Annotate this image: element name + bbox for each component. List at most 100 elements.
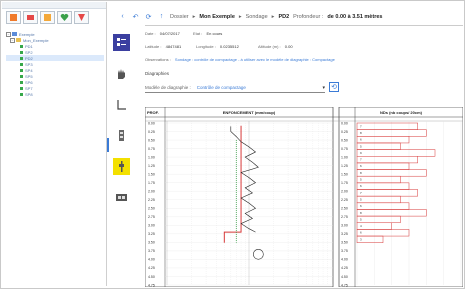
tree-project-label: Mon_Exemple [23, 37, 49, 43]
depth-tick-label: 2.25 [341, 198, 348, 202]
panel-toolbar [6, 11, 89, 24]
depth-tick-label: 4.00 [341, 258, 348, 262]
tree-item-label: SP4 [25, 67, 33, 73]
chart2-title: NDs (nb coups/ 20cm) [380, 110, 423, 115]
up-arrow-icon[interactable]: ↑ [157, 12, 166, 21]
nd-bar-label: 4 [360, 224, 362, 228]
depth-tick-label: 2.00 [341, 190, 348, 194]
nd-bar-label: 5 [360, 217, 362, 221]
nd-bar-label: 7 [360, 124, 362, 128]
crumb-section[interactable]: Dossier [170, 14, 189, 20]
observations-field: Observations : Sondage : contrôle de com… [145, 57, 335, 62]
history-icon[interactable]: ↶ [131, 12, 140, 21]
longitude-value: 0.0235512 [219, 44, 239, 49]
splitter-handle[interactable] [107, 138, 109, 152]
borehole-icon [20, 68, 23, 72]
tree-item[interactable]: SP8 [6, 91, 104, 97]
folder-icon [16, 38, 21, 42]
nd-bar-label: 6 [360, 231, 362, 235]
etat-value: En cours [206, 31, 223, 36]
penetrometer-tool[interactable] [113, 158, 130, 175]
depth-label: Profondeur : [293, 13, 324, 20]
nd-bar [356, 149, 436, 157]
profile-icon [119, 130, 124, 141]
axis-icon [117, 100, 126, 110]
profile-tool[interactable] [113, 127, 130, 144]
depth-value: de 0.00 à 3.51 mètres [327, 13, 383, 20]
depth-tick-label: 3.50 [148, 241, 155, 245]
longitude-label: Longitude : [196, 44, 216, 49]
depth-header: PROF. [147, 110, 159, 115]
depth-tick-label: 3.75 [148, 249, 155, 253]
tree-item-label: SP2 [25, 49, 33, 55]
nd-bar [356, 142, 401, 150]
depth-tick-label: 2.25 [148, 198, 155, 202]
nd-bar [356, 229, 410, 237]
crumb-project[interactable]: Mon Exemple [199, 14, 234, 20]
date-label: Date : [145, 31, 156, 36]
log-view-tool[interactable] [113, 34, 130, 51]
borehole-icon [20, 80, 23, 84]
etat-field: Etat : En cours [193, 31, 222, 36]
tree-item-label: SP8 [25, 91, 33, 97]
borehole-icon [20, 44, 23, 48]
nd-bar [356, 175, 401, 184]
apply-model-button[interactable]: ⟲ [329, 82, 339, 92]
depth-tick-label: 3.25 [341, 232, 348, 236]
nd-bar-label: 8 [360, 211, 362, 215]
depth-tick-label: 2.75 [148, 215, 155, 219]
nd-bar-label: 7 [360, 158, 362, 162]
tool-column [113, 34, 133, 220]
altitude-value: 0.00 [284, 44, 293, 49]
crumb-separator-icon: ▸ [271, 13, 275, 20]
model-select-label: Modèle de diagraphie : [145, 85, 191, 90]
tree-item-label: PD2 [25, 55, 33, 61]
nd-bar-label: 7 [360, 191, 362, 195]
project-tree: − Exemple − Mon_Exemple PD1 SP2 PD2 SP3 SP4 S… [6, 31, 104, 97]
tree-item-label: SP3 [25, 61, 33, 67]
altitude-field: Altitude (m) : 0.00 [258, 44, 293, 49]
header-divider [145, 25, 463, 26]
nd-bar-label: 3 [360, 237, 362, 241]
nd-bar-label: 5 [360, 144, 362, 148]
reference-line [223, 125, 242, 243]
depth-tick-label: 3.25 [148, 232, 155, 236]
diagraphies-label: Diagraphies [145, 71, 170, 76]
penetrometer-icon [119, 161, 124, 172]
depth-tick-label: 1.75 [341, 181, 348, 185]
new-project-icon[interactable] [6, 11, 21, 24]
favorite-icon[interactable] [57, 11, 72, 24]
open-project-icon[interactable] [23, 11, 38, 24]
depth-tick-label: 4.25 [341, 266, 348, 270]
depth-tick-label: 4.75 [341, 283, 348, 287]
depth-tick-label: 1.50 [148, 172, 155, 176]
nd-bar [356, 189, 418, 197]
depth-tick-label: 1.50 [341, 172, 348, 176]
nd-bar-label: 6 [360, 164, 362, 168]
tree-item-label: SP6 [25, 79, 33, 85]
add-borehole-icon[interactable] [40, 11, 55, 24]
depth-tick-label: 1.75 [148, 181, 155, 185]
tree-item-label: SP5 [25, 73, 33, 79]
depth-tick-label: 2.50 [148, 207, 155, 211]
delete-icon[interactable] [74, 11, 89, 24]
hand-tool[interactable] [113, 65, 130, 82]
depth-tick-label: 2.75 [341, 215, 348, 219]
hand-icon [118, 69, 125, 79]
nd-bar-label: 6 [360, 184, 362, 188]
depth-tick-label: 2.00 [148, 190, 155, 194]
axis-tool[interactable] [113, 96, 130, 113]
tree-item-label: SP7 [25, 85, 33, 91]
export-tool[interactable] [113, 189, 130, 206]
collapse-icon[interactable]: − [6, 31, 11, 37]
depth-tick-label: 3.00 [341, 224, 348, 228]
crumb-type[interactable]: Sondage [246, 14, 268, 20]
depth-tick-label: 0.50 [148, 138, 155, 142]
collapse-icon[interactable]: − [10, 37, 15, 43]
back-arrow-icon[interactable]: ‹ [118, 12, 127, 21]
link-icon: ⟲ [331, 84, 337, 91]
enfoncement-series [230, 126, 259, 233]
refresh-icon[interactable]: ⟳ [144, 12, 153, 21]
model-select[interactable]: Modèle de diagraphie : Contrôle de compa… [145, 83, 325, 93]
latitude-field: Latitude : 4847481 [145, 44, 181, 49]
